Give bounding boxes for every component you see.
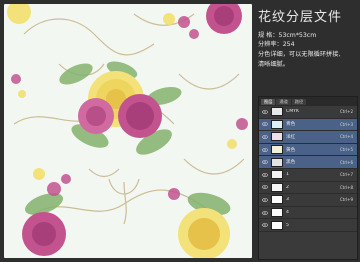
layer-shortcut: Ctrl+7 <box>339 172 353 178</box>
layer-shortcut: Ctrl+9 <box>339 197 353 203</box>
layer-label: 黑色 <box>286 160 296 166</box>
layer-row[interactable]: 1 Ctrl+7 <box>259 169 357 182</box>
layer-row[interactable]: 洋红 Ctrl+4 <box>259 131 357 144</box>
panel-tabs: 图层 通道 路径 <box>259 97 357 106</box>
layer-label: 黄色 <box>286 147 296 153</box>
layer-label: 洋红 <box>286 134 296 140</box>
tab-2[interactable]: 路径 <box>291 98 307 105</box>
size-info: 规 格：53cm*53cm <box>258 32 317 39</box>
layer-label: CMYK <box>286 109 299 115</box>
layers-list: CMYK Ctrl+2 青色 Ctrl+3 洋红 Ctrl+4 黄色 Ctrl+5 黑色 Ctrl… <box>259 106 357 232</box>
layer-shortcut: Ctrl+4 <box>339 134 353 140</box>
layer-shortcut: Ctrl+5 <box>339 147 353 153</box>
eye-icon[interactable] <box>261 121 268 128</box>
layer-row[interactable]: CMYK Ctrl+2 <box>259 106 357 119</box>
layer-row[interactable]: 3 Ctrl+9 <box>259 194 357 207</box>
layer-label: 4 <box>286 210 289 216</box>
floral-pattern-preview <box>4 4 252 258</box>
layer-row[interactable]: 2 Ctrl+8 <box>259 182 357 195</box>
layer-label: 1 <box>286 172 289 178</box>
layer-shortcut: Ctrl+3 <box>339 121 353 127</box>
layer-thumbnail <box>271 119 283 129</box>
eye-icon[interactable] <box>261 146 268 153</box>
layer-thumbnail <box>271 132 283 142</box>
eye-icon[interactable] <box>261 209 268 216</box>
eye-icon[interactable] <box>261 171 268 178</box>
layer-row[interactable]: 青色 Ctrl+3 <box>259 118 357 132</box>
layers-panel: 图层 通道 路径 CMYK Ctrl+2 青色 Ctrl+3 洋红 Ctrl+4 黄色 Ctrl+… <box>258 96 358 260</box>
description-line-2: 清晰细腻。 <box>258 61 289 68</box>
layer-label: 3 <box>286 197 289 203</box>
layer-label: 青色 <box>286 122 296 128</box>
layer-row[interactable]: 黄色 Ctrl+5 <box>259 143 357 157</box>
layer-label: 5 <box>286 222 289 228</box>
eye-icon[interactable] <box>261 108 268 115</box>
page-title: 花纹分层文件 <box>258 10 343 25</box>
file-info: 花纹分层文件 规 格：53cm*53cm 分辨率：254 分色详细，可以无限循环… <box>258 6 358 69</box>
description-line-1: 分色详细，可以无限循环拼接, <box>258 51 341 58</box>
tab-0[interactable]: 图层 <box>261 98 276 105</box>
layer-thumbnail <box>271 182 283 192</box>
eye-icon[interactable] <box>261 222 268 229</box>
layer-thumbnail <box>271 157 283 167</box>
layer-thumbnail <box>271 107 283 117</box>
layer-row[interactable]: 4 <box>259 207 357 220</box>
eye-icon[interactable] <box>261 184 268 191</box>
layer-row[interactable]: 5 <box>259 219 357 232</box>
eye-icon[interactable] <box>261 133 268 140</box>
layer-thumbnail <box>271 220 283 230</box>
layer-thumbnail <box>271 195 283 205</box>
eye-icon[interactable] <box>261 196 268 203</box>
layer-shortcut: Ctrl+8 <box>339 184 353 190</box>
eye-icon[interactable] <box>261 159 268 166</box>
layer-shortcut: Ctrl+6 <box>339 159 353 165</box>
layer-thumbnail <box>271 170 283 180</box>
app-frame: 花纹分层文件 规 格：53cm*53cm 分辨率：254 分色详细，可以无限循环… <box>0 0 360 262</box>
layer-shortcut: Ctrl+2 <box>339 109 353 115</box>
layer-thumbnail <box>271 208 283 218</box>
layer-row[interactable]: 黑色 Ctrl+6 <box>259 156 357 169</box>
resolution-info: 分辨率：254 <box>258 41 295 48</box>
tab-1[interactable]: 通道 <box>276 98 291 105</box>
layer-label: 2 <box>286 184 289 190</box>
layer-thumbnail <box>271 145 283 155</box>
